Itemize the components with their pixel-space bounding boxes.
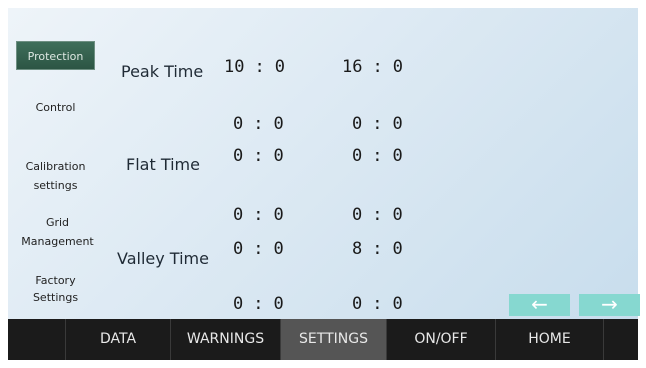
hour-field[interactable]: 16 xyxy=(342,57,362,77)
time-row-5: 0:0 xyxy=(233,239,284,259)
minute-field[interactable]: 0 xyxy=(274,146,284,166)
minute-field[interactable]: 0 xyxy=(274,294,284,314)
sidebar-item-label: Grid xyxy=(45,216,70,229)
hour-field[interactable]: 0 xyxy=(233,239,243,259)
arrow-left-icon: ← xyxy=(531,292,548,316)
sidebar-item-protection[interactable]: Protection xyxy=(16,41,95,70)
time-separator: : xyxy=(372,146,383,166)
minute-field[interactable]: 0 xyxy=(393,146,403,166)
time-separator: : xyxy=(253,146,264,166)
next-page-button[interactable]: → xyxy=(579,294,640,316)
tab-settings[interactable]: SETTINGS xyxy=(281,319,387,360)
time-separator: : xyxy=(254,57,265,77)
hour-field[interactable]: 0 xyxy=(233,146,243,166)
time-row-6-end: 0:0 xyxy=(352,294,403,314)
sidebar-item-factory-settings[interactable]: Factory Settings xyxy=(16,274,95,305)
minute-field[interactable]: 0 xyxy=(274,114,284,134)
time-separator: : xyxy=(253,239,264,259)
time-separator: : xyxy=(372,205,383,225)
time-separator: : xyxy=(372,114,383,134)
time-row-2-end: 0:0 xyxy=(352,114,403,134)
arrow-right-icon: → xyxy=(601,292,618,316)
bottom-nav-bar: DATA WARNINGS SETTINGS ON/OFF HOME xyxy=(8,319,638,360)
time-row-4-end: 0:0 xyxy=(352,205,403,225)
valley-time-label: Valley Time xyxy=(117,249,209,268)
sidebar-item-label: Factory xyxy=(35,274,76,287)
sidebar-item-label: Control xyxy=(35,101,76,114)
time-row-4: 0:0 xyxy=(233,205,284,225)
hour-field[interactable]: 0 xyxy=(352,294,362,314)
time-separator: : xyxy=(253,114,264,134)
minute-field[interactable]: 0 xyxy=(274,239,284,259)
sidebar-item-label: Protection xyxy=(27,50,84,63)
tab-warnings[interactable]: WARNINGS xyxy=(171,319,281,360)
hour-field[interactable]: 0 xyxy=(352,146,362,166)
minute-field[interactable]: 0 xyxy=(393,205,403,225)
tab-data[interactable]: DATA xyxy=(66,319,171,360)
minute-field[interactable]: 0 xyxy=(393,114,403,134)
time-row-6: 0:0 xyxy=(233,294,284,314)
time-row-3-end: 0:0 xyxy=(352,146,403,166)
time-row-3: 0:0 xyxy=(233,146,284,166)
bar-spacer-left xyxy=(8,319,66,360)
bar-spacer-right xyxy=(604,319,638,360)
prev-page-button[interactable]: ← xyxy=(509,294,570,316)
hour-field[interactable]: 0 xyxy=(352,205,362,225)
sidebar-item-calibration-settings[interactable]: Calibration settings xyxy=(16,160,95,193)
hour-field[interactable]: 10 xyxy=(224,57,244,77)
peak-time-label: Peak Time xyxy=(121,62,204,81)
time-separator: : xyxy=(372,294,383,314)
sidebar-item-label: Management xyxy=(21,235,94,248)
time-separator: : xyxy=(372,57,383,77)
time-row-5-end: 8:0 xyxy=(352,239,403,259)
minute-field[interactable]: 0 xyxy=(393,294,403,314)
sidebar-item-label: Settings xyxy=(32,291,79,304)
minute-field[interactable]: 0 xyxy=(393,57,403,77)
hour-field[interactable]: 8 xyxy=(352,239,362,259)
time-row-2: 0:0 xyxy=(233,114,284,134)
hour-field[interactable]: 0 xyxy=(352,114,362,134)
time-separator: : xyxy=(253,294,264,314)
sidebar-item-label: settings xyxy=(33,179,78,192)
tab-home[interactable]: HOME xyxy=(496,319,604,360)
time-row-1-end: 16:0 xyxy=(342,57,403,77)
hour-field[interactable]: 0 xyxy=(233,114,243,134)
time-separator: : xyxy=(253,205,264,225)
sidebar-item-control[interactable]: Control xyxy=(16,101,95,115)
flat-time-label: Flat Time xyxy=(126,155,200,174)
minute-field[interactable]: 0 xyxy=(275,57,285,77)
hour-field[interactable]: 0 xyxy=(233,294,243,314)
time-row-1: 10:0 xyxy=(224,57,285,77)
minute-field[interactable]: 0 xyxy=(274,205,284,225)
time-separator: : xyxy=(372,239,383,259)
minute-field[interactable]: 0 xyxy=(393,239,403,259)
hour-field[interactable]: 0 xyxy=(233,205,243,225)
tab-on-off[interactable]: ON/OFF xyxy=(387,319,496,360)
sidebar-item-label: Calibration xyxy=(25,160,86,173)
sidebar-item-grid-management[interactable]: Grid Management xyxy=(14,216,101,249)
